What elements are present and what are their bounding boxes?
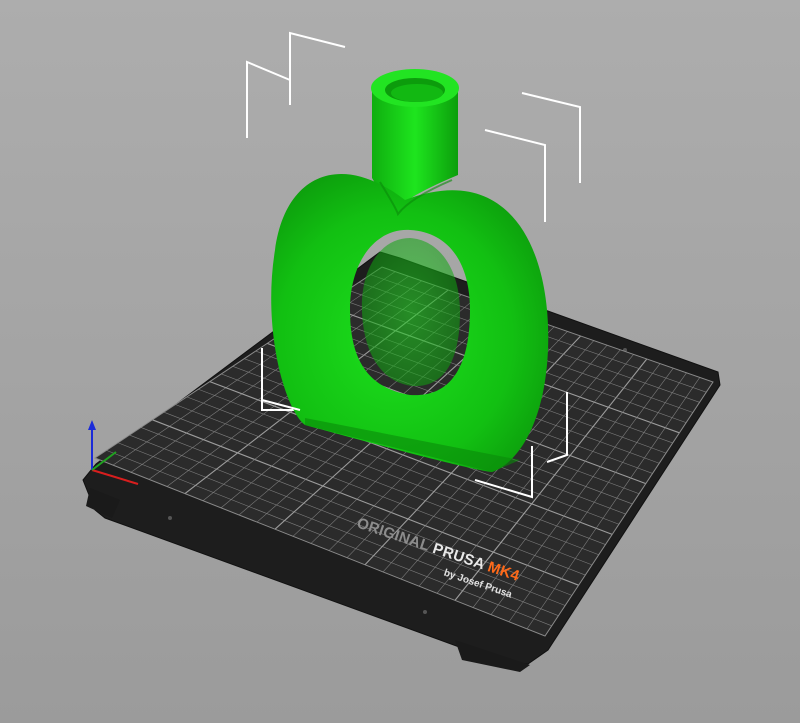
3d-model[interactable] [271, 69, 549, 472]
bbox-corner-top-left [246, 60, 291, 138]
bed-screw [168, 516, 172, 520]
scene-canvas[interactable]: ORIGINAL PRUSA MK4 by Josef Prusa [0, 0, 800, 723]
bbox-corner-top-left-back [289, 31, 346, 105]
bbox-corner-top-right [521, 92, 581, 183]
bed-screw [423, 610, 427, 614]
model-neck-inner [391, 84, 443, 102]
z-axis-arrow [88, 420, 96, 430]
3d-viewport[interactable]: ORIGINAL PRUSA MK4 by Josef Prusa [0, 0, 800, 723]
